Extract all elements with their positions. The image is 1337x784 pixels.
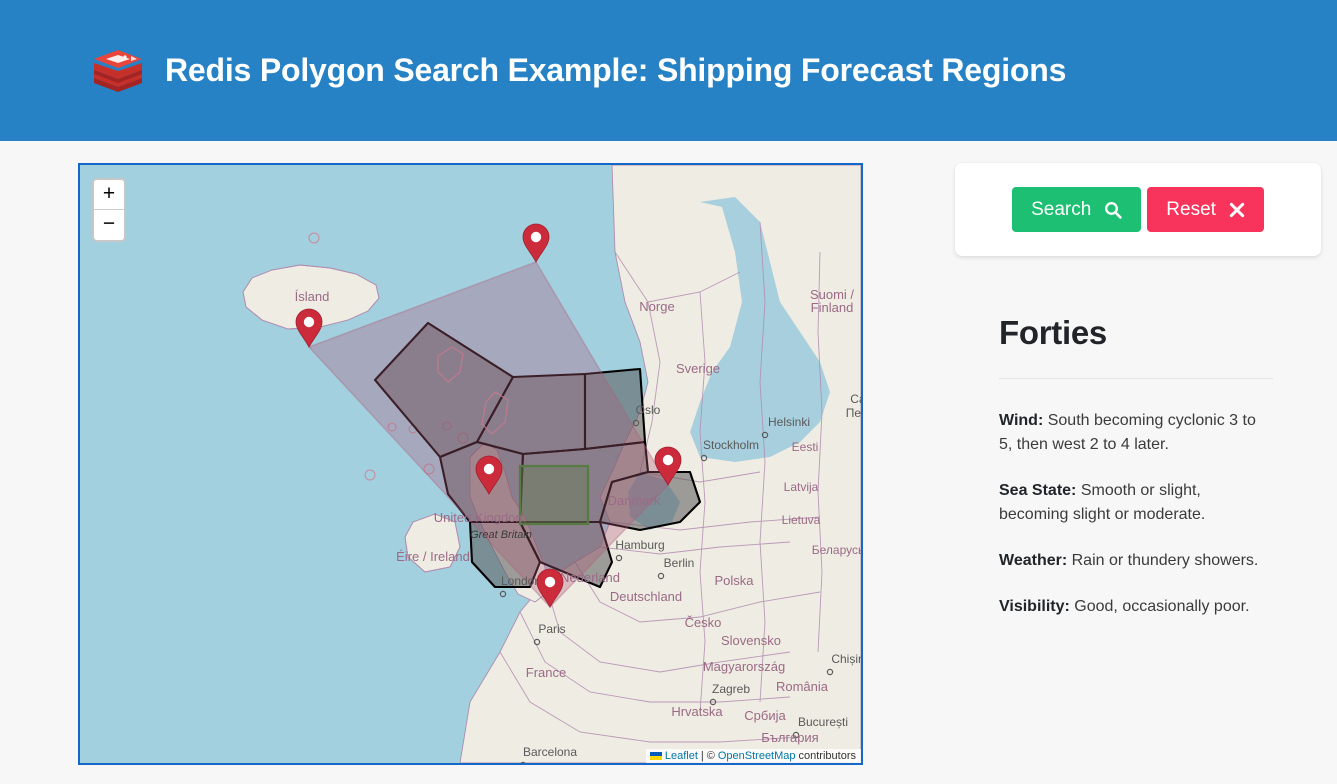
forecast-row: Weather: Rain or thundery showers. xyxy=(999,549,1273,573)
forecast-row-value: Rain or thundery showers. xyxy=(1067,552,1259,569)
search-button[interactable]: Search xyxy=(1012,187,1142,232)
zoom-out-button[interactable]: − xyxy=(94,210,124,240)
map-label: Stockholm xyxy=(703,438,759,452)
map-label: Latvija xyxy=(784,480,819,494)
map-label: Éire / Ireland xyxy=(396,549,470,564)
marker-dot xyxy=(303,316,315,328)
forecast-divider xyxy=(999,378,1273,379)
forecast-row-value: Good, occasionally poor. xyxy=(1069,598,1250,615)
map-label: Slovensko xyxy=(721,633,781,648)
forecast-row: Wind: South becoming cyclonic 3 to 5, th… xyxy=(999,409,1273,457)
map-label: Česko xyxy=(685,615,722,630)
map-label: France xyxy=(526,665,566,680)
reset-button-label: Reset xyxy=(1166,199,1216,220)
leaflet-link[interactable]: Leaflet xyxy=(665,750,698,762)
page-header: Redis Polygon Search Example: Shipping F… xyxy=(0,0,1337,141)
forecast-row-label: Sea State: xyxy=(999,482,1077,499)
reset-button[interactable]: Reset xyxy=(1147,187,1264,232)
attribution-contributors: contributors xyxy=(798,750,856,762)
map-label: Sverige xyxy=(676,361,720,376)
controls-card: Search Reset xyxy=(955,163,1321,256)
forecast-row-label: Visibility: xyxy=(999,598,1070,615)
forecast-region-title: Forties xyxy=(999,314,1107,351)
map-label: Zagreb xyxy=(712,682,750,696)
map-label: Chișin xyxy=(831,652,861,666)
openstreetmap-link[interactable]: OpenStreetMap xyxy=(718,750,796,762)
page-content: Ísland Norge Sverige Suomi / Finland Oslo Stoc… xyxy=(0,141,1337,765)
marker-dot xyxy=(530,231,542,243)
map-label: Hrvatska xyxy=(671,704,723,719)
map-container[interactable]: Ísland Norge Sverige Suomi / Finland Oslo Stoc… xyxy=(78,163,863,765)
map-label: România xyxy=(776,679,829,694)
marker-dot xyxy=(483,463,495,475)
map-label: България xyxy=(761,730,818,745)
map-zoom-control[interactable]: + − xyxy=(92,178,126,242)
map-label: Paris xyxy=(538,622,565,636)
map-label: Са xyxy=(850,392,861,406)
map-label: Danmark xyxy=(608,493,661,508)
forecast-row-label: Wind: xyxy=(999,412,1044,429)
map-label: Polska xyxy=(714,573,754,588)
map-label: Barcelona xyxy=(523,745,577,759)
forecast-row: Sea State: Smooth or slight, becoming sl… xyxy=(999,479,1273,527)
zoom-in-button[interactable]: + xyxy=(94,180,124,210)
map-attribution: Leaflet | © OpenStreetMap contributors xyxy=(645,749,861,763)
map-label: Deutschland xyxy=(610,589,682,604)
redis-logo xyxy=(92,46,144,96)
marker-dot xyxy=(662,454,674,466)
map-label: Berlin xyxy=(664,556,695,570)
map-label: Oslo xyxy=(636,403,661,417)
ukraine-flag-icon xyxy=(649,752,662,760)
map-label: Ísland xyxy=(295,289,330,304)
map-label: București xyxy=(798,715,848,729)
map-label: London xyxy=(501,574,541,588)
map-label: Пет xyxy=(846,406,861,420)
map-label: Great Britain xyxy=(470,529,532,541)
attribution-separator: | xyxy=(700,750,704,762)
search-button-label: Search xyxy=(1031,199,1092,220)
marker-dot xyxy=(544,576,556,588)
forecast-rows: Wind: South becoming cyclonic 3 to 5, th… xyxy=(999,409,1321,619)
copyright-symbol: © xyxy=(706,750,715,762)
forecast-row-label: Weather: xyxy=(999,552,1068,569)
map-canvas[interactable]: Ísland Norge Sverige Suomi / Finland Oslo Stoc… xyxy=(80,165,861,763)
side-panel: Search Reset Forties Wind: South becomin… xyxy=(955,163,1321,765)
page-title: Redis Polygon Search Example: Shipping F… xyxy=(165,52,1067,88)
search-icon xyxy=(1104,201,1122,219)
map-label: Eesti xyxy=(792,440,819,454)
map-label: United Kingdom xyxy=(434,510,527,525)
map-label: Lietuva xyxy=(782,513,821,527)
map-label: Magyarország xyxy=(703,659,785,674)
map-label: Helsinki xyxy=(768,415,810,429)
map-label: Hamburg xyxy=(615,538,664,552)
map-label: Беларусь xyxy=(812,543,861,557)
forecast-panel: Forties Wind: South becoming cyclonic 3 … xyxy=(955,256,1321,619)
map-label: Finland xyxy=(811,300,854,315)
map-label: Norge xyxy=(639,299,674,314)
forecast-row: Visibility: Good, occasionally poor. xyxy=(999,595,1273,619)
city-dot-icon xyxy=(520,761,526,763)
map-label: Србија xyxy=(744,708,786,723)
map-label: Nederland xyxy=(560,570,620,585)
brand: Redis Polygon Search Example: Shipping F… xyxy=(92,46,1066,96)
close-icon xyxy=(1229,202,1245,218)
